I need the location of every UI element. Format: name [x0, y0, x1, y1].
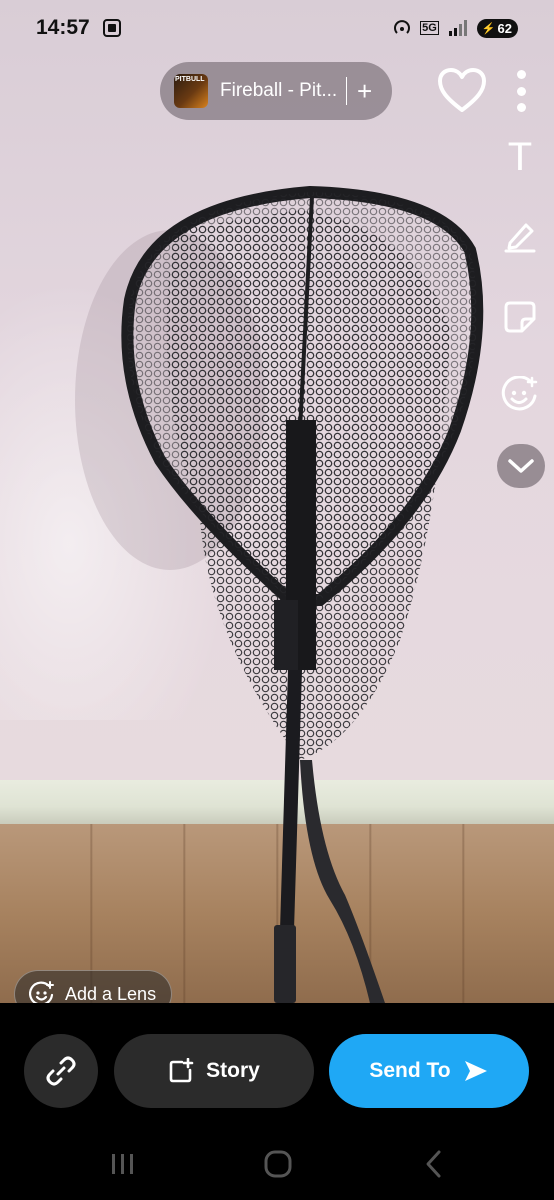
- story-label: Story: [206, 1059, 260, 1082]
- sticker-tool-button[interactable]: [497, 294, 543, 340]
- emoji-tool-button[interactable]: [497, 372, 543, 418]
- expand-tools-button[interactable]: [497, 444, 545, 488]
- system-nav-bar: [0, 1135, 554, 1195]
- chevron-down-icon: [508, 459, 534, 473]
- send-arrow-icon: [464, 1061, 487, 1081]
- heart-icon: [438, 68, 486, 112]
- draw-tool-button[interactable]: [497, 212, 543, 258]
- emoji-icon: [501, 376, 538, 411]
- pencil-icon: [504, 223, 536, 253]
- story-add-icon: [169, 1058, 194, 1083]
- recents-icon: [112, 1154, 133, 1174]
- signal-icon: [448, 20, 467, 36]
- back-icon: [426, 1150, 441, 1178]
- landing-net-image: [75, 185, 484, 1003]
- battery-indicator: ⚡ 62: [476, 18, 518, 38]
- story-button[interactable]: Story: [114, 1034, 314, 1108]
- favorite-button[interactable]: [436, 66, 488, 116]
- send-to-label: Send To: [369, 1059, 451, 1082]
- more-vertical-icon[interactable]: [508, 66, 534, 116]
- sticker-icon: [504, 301, 536, 333]
- link-button[interactable]: [24, 1034, 98, 1108]
- status-bar: 14:57 5G ⚡ 62: [0, 0, 554, 56]
- network-badge: 5G: [420, 21, 439, 35]
- home-icon: [264, 1150, 292, 1178]
- sound-title: Fireball - Pit...: [220, 80, 338, 101]
- status-right: 5G ⚡ 62: [393, 18, 518, 38]
- status-time: 14:57: [36, 16, 90, 39]
- recents-button[interactable]: [103, 1149, 143, 1179]
- sound-pill[interactable]: PITBULL Fireball - Pit... +: [160, 62, 392, 120]
- album-art-text: PITBULL: [175, 76, 205, 83]
- add-sound-button[interactable]: +: [357, 78, 372, 104]
- text-tool-button[interactable]: T: [497, 134, 543, 180]
- screenshot-icon: [102, 19, 121, 37]
- back-button[interactable]: [414, 1149, 454, 1179]
- send-to-button[interactable]: Send To: [329, 1034, 529, 1108]
- hotspot-icon: [394, 20, 411, 34]
- album-art: PITBULL: [174, 74, 208, 108]
- add-lens-label: Add a Lens: [65, 983, 157, 1004]
- text-icon: T: [507, 134, 533, 179]
- snap-photo: [0, 0, 554, 1003]
- sound-divider: [346, 77, 347, 105]
- status-left: 14:57: [36, 16, 122, 40]
- link-icon: [46, 1056, 76, 1086]
- home-button[interactable]: [258, 1149, 298, 1179]
- battery-level: 62: [497, 20, 512, 36]
